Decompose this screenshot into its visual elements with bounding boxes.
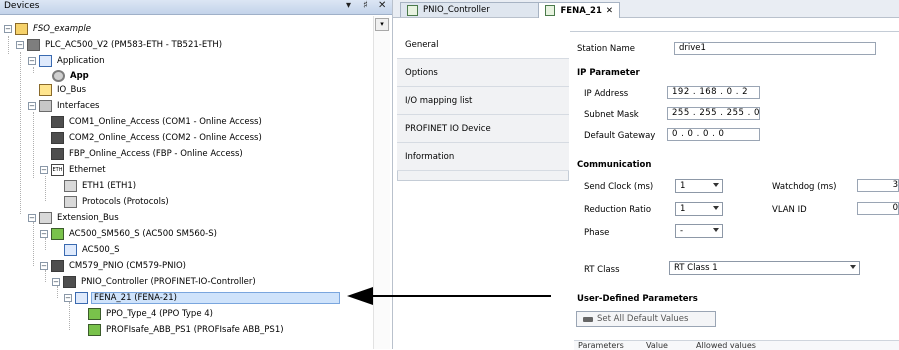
chevron-down-icon xyxy=(713,183,719,187)
tree-node-ppo-type-4[interactable]: PPO_Type_4 (PPO Type 4) xyxy=(88,306,215,321)
tree-node-ac500-s[interactable]: AC500_S xyxy=(64,242,121,257)
ip-address-label: IP Address xyxy=(584,89,629,99)
nav-io-mapping-list[interactable]: I/O mapping list xyxy=(397,87,569,115)
tree-node-eth1[interactable]: ETH1 (ETH1) xyxy=(64,178,138,193)
chevron-down-icon xyxy=(713,228,719,232)
tab-fena-21[interactable]: FENA_21 ✕ xyxy=(538,2,620,18)
close-tab-icon[interactable]: ✕ xyxy=(606,6,613,16)
reduction-ratio-label: Reduction Ratio xyxy=(584,205,652,215)
station-name-input[interactable]: drive1 xyxy=(674,42,876,55)
tree-node-profisafe[interactable]: PROFIsafe_ABB_PS1 (PROFIsafe ABB_PS1) xyxy=(88,322,286,337)
vlan-id-label: VLAN ID xyxy=(772,205,807,215)
ip-address-input[interactable]: 192 . 168 . 0 . 2 xyxy=(667,86,760,99)
default-gateway-label: Default Gateway xyxy=(584,131,656,141)
tree-node-app[interactable]: App xyxy=(52,68,91,83)
gear-icon xyxy=(52,69,65,82)
ip-parameter-header: IP Parameter xyxy=(577,68,640,78)
close-icon[interactable]: ✕ xyxy=(378,0,386,11)
tree-node-application[interactable]: − Application xyxy=(28,53,107,68)
phase-label: Phase xyxy=(584,228,610,238)
send-clock-label: Send Clock (ms) xyxy=(584,182,654,192)
tree-node-com1[interactable]: COM1_Online_Access (COM1 - Online Access… xyxy=(51,114,264,129)
device-icon xyxy=(545,5,556,16)
panel-menu-icon[interactable]: ▾ xyxy=(346,0,351,11)
tree-node-ethernet[interactable]: − ETH Ethernet xyxy=(40,162,108,177)
user-defined-parameters-header: User-Defined Parameters xyxy=(577,294,698,304)
communication-header: Communication xyxy=(577,160,652,170)
annotation-arrow-head xyxy=(347,287,373,305)
device-icon xyxy=(407,4,418,16)
watchdog-label: Watchdog (ms) xyxy=(772,182,837,192)
annotation-arrow-line xyxy=(370,295,551,297)
devices-panel-header: Devices ▾ ♯ ✕ xyxy=(0,0,392,15)
tree-node-extension-bus[interactable]: − Extension_Bus xyxy=(28,210,121,225)
rt-class-label: RT Class xyxy=(584,265,620,275)
set-all-default-values-button[interactable]: Set All Default Values xyxy=(576,311,716,327)
station-name-label: Station Name xyxy=(577,44,635,54)
vlan-id-input[interactable]: 0 xyxy=(857,202,899,215)
nav-information[interactable]: Information xyxy=(397,143,569,171)
tree-node-fena-21[interactable]: − FENA_21 (FENA-21) xyxy=(64,290,340,305)
tree-node-interfaces[interactable]: − Interfaces xyxy=(28,98,101,113)
tree-node-fbp[interactable]: FBP_Online_Access (FBP - Online Access) xyxy=(51,146,245,161)
reduction-ratio-select[interactable]: 1 xyxy=(675,202,723,216)
default-gateway-input[interactable]: 0 . 0 . 0 . 0 xyxy=(667,128,760,141)
pin-icon[interactable]: ♯ xyxy=(363,0,368,11)
eraser-icon xyxy=(583,316,593,322)
send-clock-select[interactable]: 1 xyxy=(675,179,723,193)
tree-node-com2[interactable]: COM2_Online_Access (COM2 - Online Access… xyxy=(51,130,264,145)
subnet-mask-input[interactable]: 255 . 255 . 255 . 0 xyxy=(667,107,760,120)
tree-node-io-bus[interactable]: IO_Bus xyxy=(39,82,88,97)
tree-node-pnio-controller[interactable]: − PNIO_Controller (PROFINET-IO-Controlle… xyxy=(52,274,258,289)
tree-node-plc[interactable]: − PLC_AC500_V2 (PM583-ETH - TB521-ETH) xyxy=(16,37,224,52)
tree-node-fso-example[interactable]: − FSO_example xyxy=(4,21,93,36)
tree-node-protocols[interactable]: Protocols (Protocols) xyxy=(64,194,171,209)
chevron-down-icon xyxy=(850,265,856,269)
rt-class-select[interactable]: RT Class 1 xyxy=(669,261,860,275)
watchdog-input[interactable]: 3 xyxy=(857,179,899,192)
tab-pnio-controller[interactable]: PNIO_Controller xyxy=(400,2,544,17)
subnet-mask-label: Subnet Mask xyxy=(584,110,639,120)
editor-tab-bar: PNIO_Controller FENA_21 ✕ xyxy=(393,0,899,18)
devices-panel-title: Devices xyxy=(4,1,40,11)
nav-options[interactable]: Options xyxy=(397,59,569,87)
tree-node-sm560[interactable]: − AC500_SM560_S (AC500 SM560-S) xyxy=(40,226,219,241)
phase-select[interactable]: - xyxy=(675,224,723,238)
chevron-down-icon xyxy=(713,206,719,210)
device-tree: − FSO_example − PLC_AC500_V2 (PM583-ETH … xyxy=(0,16,392,349)
nav-general[interactable]: General xyxy=(397,31,569,59)
tree-node-cm579[interactable]: − CM579_PNIO (CM579-PNIO) xyxy=(40,258,188,273)
nav-profinet-io-device[interactable]: PROFINET IO Device xyxy=(397,115,569,143)
